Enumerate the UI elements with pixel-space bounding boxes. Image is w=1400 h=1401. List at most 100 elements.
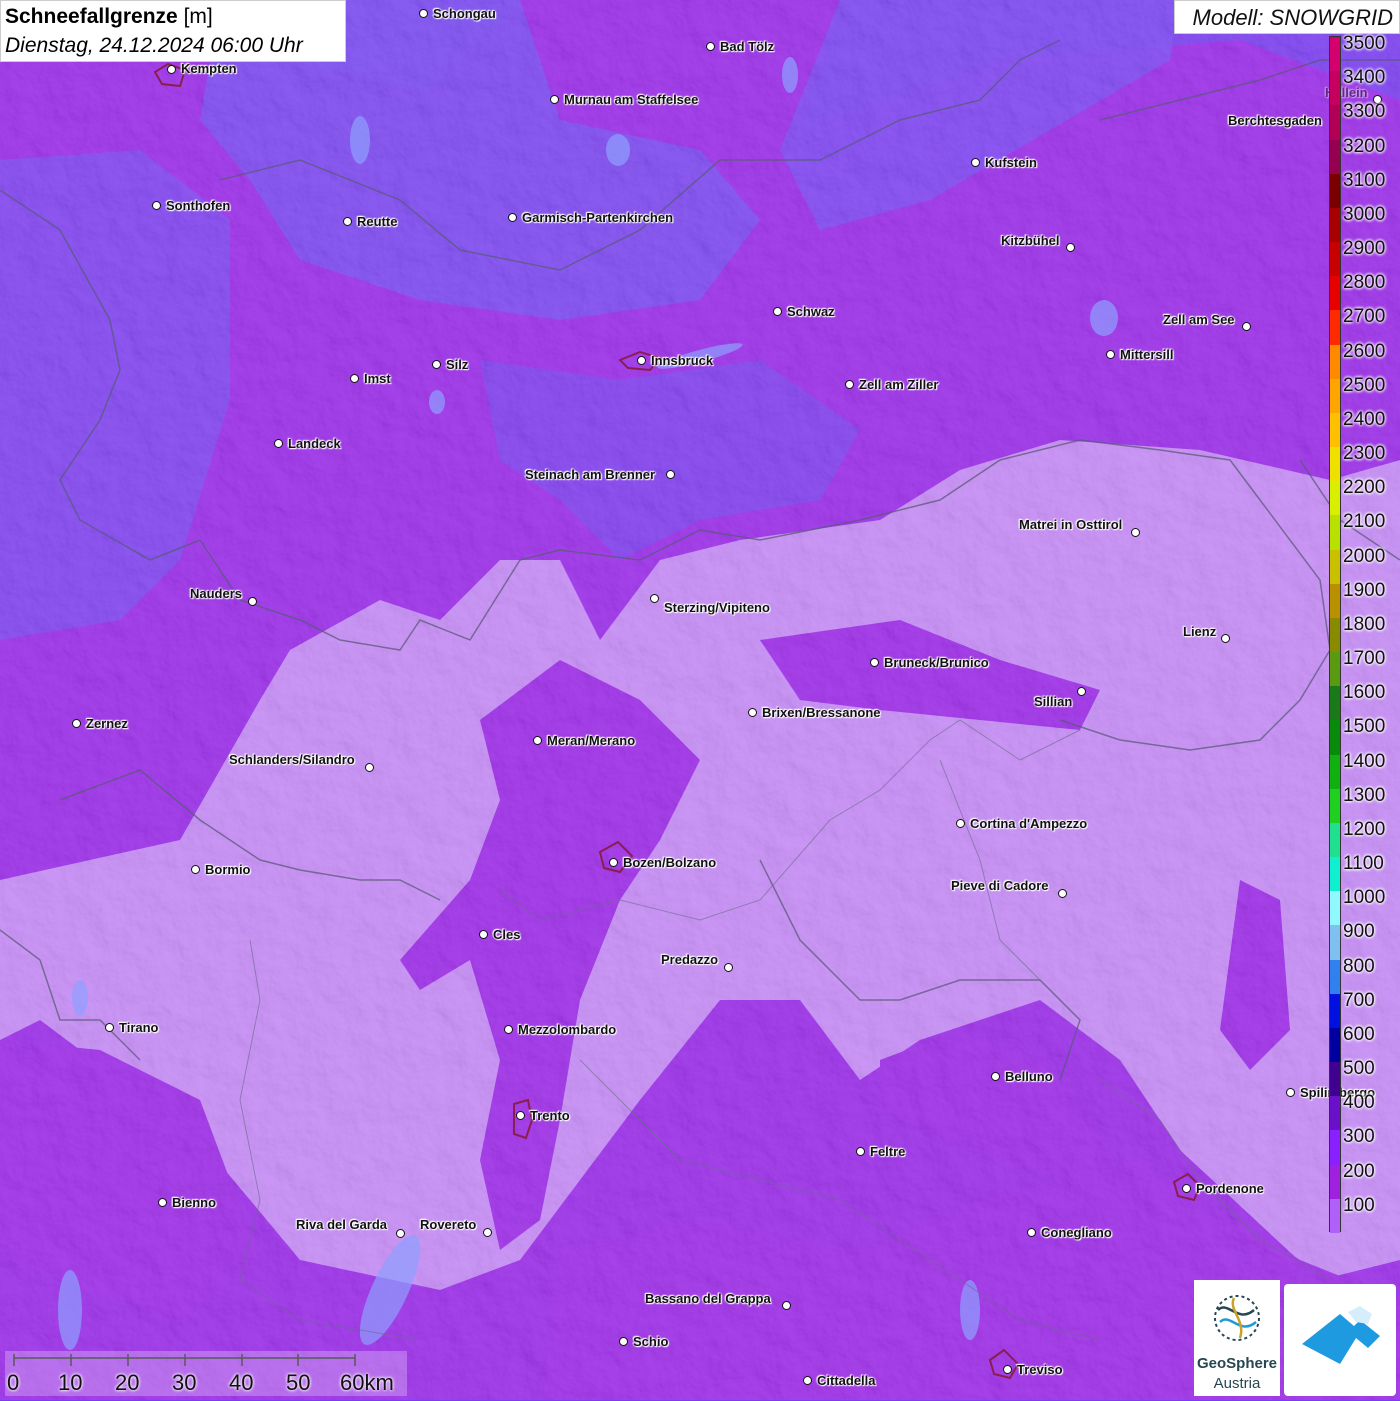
- map-title: Schneefallgrenze [m]: [5, 5, 213, 29]
- city-label: Tirano: [119, 1020, 159, 1035]
- legend-swatch: [1330, 481, 1340, 516]
- city-label: Nauders: [190, 586, 243, 601]
- legend-swatch: [1330, 1027, 1340, 1063]
- city-marker: [483, 1228, 492, 1237]
- legend-label: 1500: [1343, 716, 1386, 738]
- city-label: Zernez: [86, 716, 128, 731]
- city-label: Bassano del Grappa: [645, 1291, 771, 1306]
- city-marker: [158, 1198, 167, 1207]
- legend-label: 600: [1343, 1023, 1375, 1045]
- scale-tick-label: 30: [172, 1370, 197, 1395]
- city-marker: [248, 597, 257, 606]
- legend-swatch: [1330, 583, 1340, 619]
- legend-label: 100: [1343, 1194, 1375, 1216]
- city-label: Pieve di Cadore: [951, 878, 1049, 893]
- legend-label: 400: [1343, 1092, 1375, 1114]
- legend-swatch: [1330, 412, 1340, 448]
- legend-swatch: [1330, 788, 1340, 824]
- city-marker: [167, 65, 176, 74]
- legend-label: 1000: [1343, 887, 1386, 909]
- city-marker: [1077, 687, 1086, 696]
- city-marker: [856, 1147, 865, 1156]
- city-marker: [803, 1376, 812, 1385]
- scale-tick-label: 40: [229, 1370, 254, 1395]
- legend-swatch: [1330, 617, 1340, 653]
- legend-swatch: [1330, 276, 1340, 311]
- legend-swatch: [1330, 1198, 1340, 1234]
- legend-swatch: [1330, 1164, 1340, 1200]
- city-marker: [1242, 322, 1251, 331]
- city-marker: [72, 719, 81, 728]
- legend-label: 900: [1343, 921, 1375, 943]
- city-label: Cortina d'Ampezzo: [970, 816, 1088, 831]
- city-label: Conegliano: [1041, 1225, 1112, 1240]
- legend-label: 200: [1343, 1160, 1375, 1182]
- legend-label: 2700: [1343, 306, 1386, 328]
- city-label: Reutte: [357, 214, 398, 229]
- city-label: Riva del Garda: [296, 1217, 388, 1232]
- legend-label: 2100: [1343, 511, 1386, 533]
- snow-mountain-icon: [1302, 1306, 1380, 1364]
- color-legend-bar: [1329, 36, 1341, 1234]
- legend-label: 2500: [1343, 374, 1386, 396]
- city-label: Steinach am Brenner: [525, 467, 656, 482]
- legend-swatch: [1330, 242, 1340, 277]
- city-label: Garmisch-Partenkirchen: [522, 210, 674, 225]
- city-marker: [1182, 1184, 1191, 1193]
- city-label: Trento: [530, 1108, 570, 1123]
- legend-swatch: [1330, 1130, 1340, 1166]
- city-label: Kempten: [181, 61, 237, 76]
- legend-label: 700: [1343, 989, 1375, 1011]
- legend-swatch: [1330, 310, 1340, 346]
- legend-swatch: [1330, 37, 1340, 72]
- city-label: Matrei in Osttirol: [1019, 517, 1123, 532]
- legend-label: 2900: [1343, 238, 1386, 260]
- city-label: Rovereto: [420, 1217, 477, 1232]
- legend-label: 2200: [1343, 477, 1386, 499]
- legend-label: 3500: [1343, 33, 1386, 54]
- city-marker: [105, 1023, 114, 1032]
- legend-label: 1300: [1343, 784, 1386, 806]
- legend-swatch: [1330, 754, 1340, 790]
- city-marker: [773, 307, 782, 316]
- legend-swatch: [1330, 344, 1340, 380]
- city-label: Lienz: [1183, 624, 1217, 639]
- city-marker: [396, 1229, 405, 1238]
- city-marker: [971, 158, 980, 167]
- legend-label: 3000: [1343, 203, 1386, 225]
- legend-label: 1100: [1343, 853, 1384, 875]
- legend-label: 2400: [1343, 408, 1386, 430]
- city-label: Imst: [364, 371, 391, 386]
- legend-label: 1800: [1343, 613, 1386, 635]
- city-label: Sillian: [1034, 694, 1073, 709]
- app-logo[interactable]: [1284, 1284, 1396, 1396]
- city-marker: [1058, 889, 1067, 898]
- city-marker: [748, 708, 757, 717]
- city-marker: [1003, 1365, 1012, 1374]
- city-marker: [619, 1337, 628, 1346]
- city-marker: [1131, 528, 1140, 537]
- city-marker: [152, 201, 161, 210]
- city-label: Mezzolombardo: [518, 1022, 617, 1037]
- city-label: Brixen/Bressanone: [762, 705, 881, 720]
- legend-swatch: [1330, 139, 1340, 175]
- legend-label: 300: [1343, 1126, 1375, 1148]
- legend-label: 1200: [1343, 818, 1386, 840]
- city-marker: [343, 217, 352, 226]
- legend-swatch: [1330, 207, 1340, 243]
- geosphere-logo-subtext: Austria: [1213, 1375, 1261, 1392]
- city-marker: [432, 360, 441, 369]
- city-label: Schio: [633, 1334, 669, 1349]
- legend-swatch: [1330, 822, 1340, 858]
- legend-swatch: [1330, 652, 1340, 687]
- scale-tick-label: 60km: [340, 1370, 394, 1395]
- city-label: Schongau: [433, 6, 496, 21]
- legend-swatch: [1330, 1096, 1340, 1131]
- city-marker: [533, 736, 542, 745]
- city-marker: [845, 380, 854, 389]
- scale-tick-label: 0: [7, 1370, 20, 1395]
- legend-label: 3200: [1343, 135, 1386, 157]
- city-label: Murnau am Staffelsee: [564, 92, 699, 107]
- city-label: Schlanders/Silandro: [229, 752, 355, 767]
- city-label: Zell am See: [1163, 312, 1235, 327]
